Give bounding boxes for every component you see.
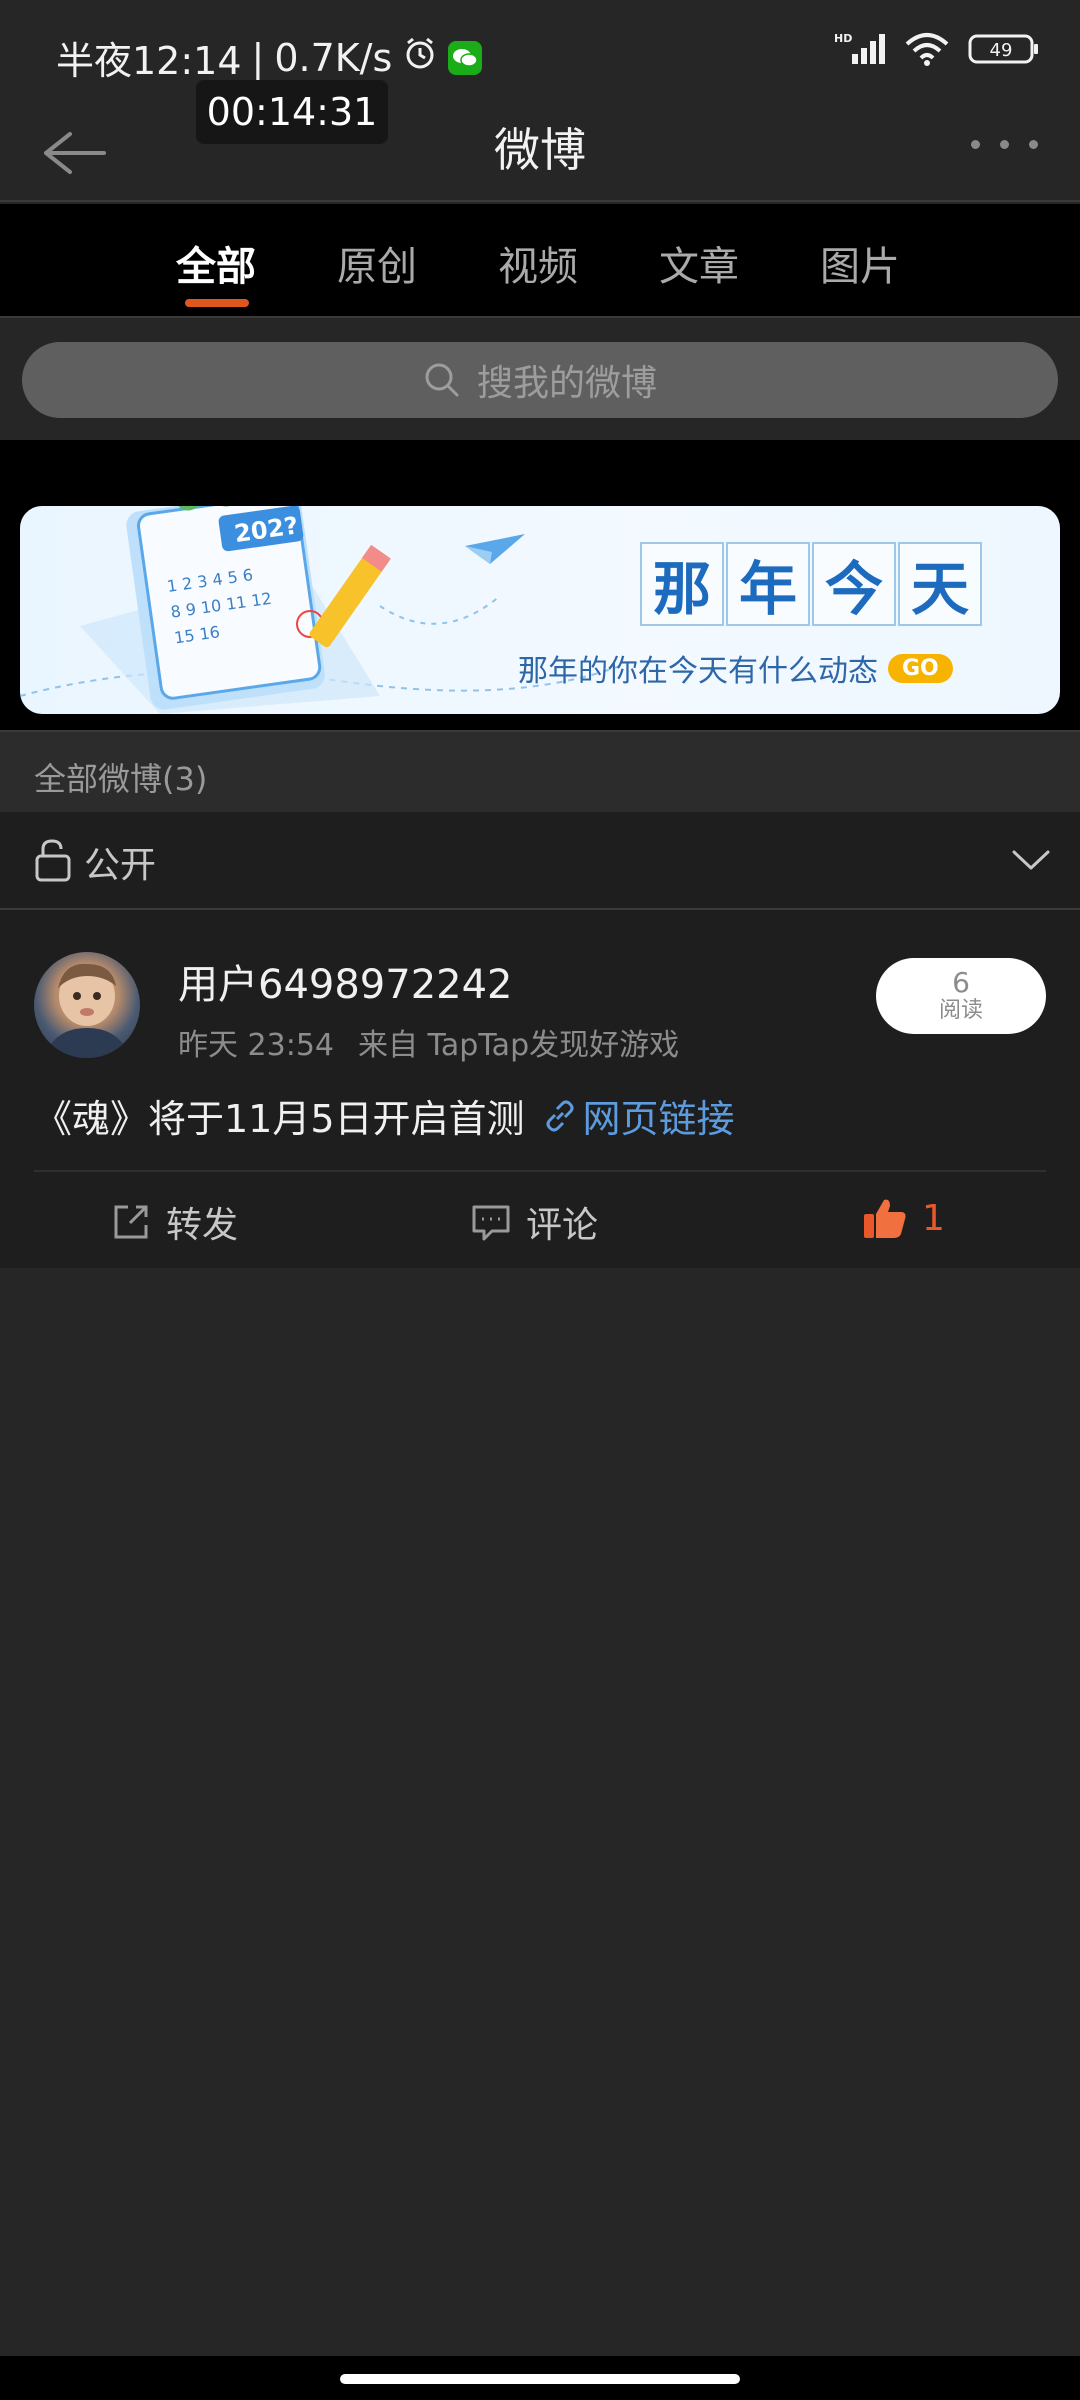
alarm-icon [402,35,438,80]
avatar[interactable] [34,952,140,1058]
chevron-down-icon[interactable] [1010,840,1052,884]
post-source: 来自 TapTap发现好游戏 [358,1028,680,1063]
more-options-button[interactable] [971,140,1038,149]
read-label: 阅读 [938,998,983,1023]
banner-title-char: 那 [640,542,724,626]
unlock-icon [34,838,72,886]
navigation-bar [0,2356,1080,2400]
page-title: 微博 [494,123,586,177]
banner-title-char: 年 [726,542,810,626]
more-dot-icon [1029,140,1038,149]
banner-section: 202? 1 2 3 4 5 6 8 9 10 11 12 15 16 那 年 … [0,440,1080,730]
tab-bar: 全部 原创 视频 文章 图片 [0,204,1080,318]
post-divider [34,1170,1046,1172]
post-content: 《魂》将于11月5日开启首测 网页链接 [34,1088,735,1143]
screen-record-timer[interactable]: 00:14:31 [196,80,388,144]
visibility-label: 公开 [84,845,157,886]
tab-all[interactable]: 全部 [176,234,256,292]
status-bar: 半夜12:14 | 0.7K/s HD 49 [0,0,1080,100]
status-time: 半夜12:14 [56,39,242,83]
post-text: 《魂》将于11月5日开启首测 [34,1097,525,1141]
web-link-label: 网页链接 [582,1097,735,1141]
search-section: 搜我的微博 [0,320,1080,440]
tab-video[interactable]: 视频 [498,234,578,292]
nav-header: 微博 [0,100,1080,202]
post-time: 昨天 23:54 [178,1028,334,1063]
banner-subtitle-row: 那年的你在今天有什么动态 GO [518,646,953,690]
status-left: 半夜12:14 | 0.7K/s [56,30,483,85]
tab-image[interactable]: 图片 [820,234,900,292]
tab-original[interactable]: 原创 [337,234,417,292]
post-username[interactable]: 用户6498972242 [178,952,513,1010]
signal-icon: HD [834,32,886,70]
home-indicator[interactable] [340,2374,740,2384]
visibility-filter[interactable]: 公开 [0,812,1080,910]
banner-title-char: 天 [898,542,982,626]
svg-text:HD: HD [834,32,852,45]
like-button[interactable]: 1 [862,1196,945,1240]
web-link[interactable]: 网页链接 [543,1088,735,1143]
search-icon [425,363,459,397]
section-header: 全部微博(3) [0,730,1080,812]
repost-label: 转发 [166,1205,239,1246]
thumbs-up-icon [864,1199,906,1238]
comment-button[interactable]: 评论 [470,1196,598,1248]
read-count: 6 [952,966,970,999]
repost-icon [114,1205,148,1239]
more-dot-icon [1000,140,1009,149]
search-placeholder: 搜我的微博 [476,363,657,404]
wechat-notification-icon [448,40,483,75]
more-dot-icon [971,140,980,149]
status-separator: | [251,35,265,80]
post-actions: 转发 评论 1 [0,1174,1080,1268]
repost-button[interactable]: 转发 [110,1196,238,1248]
network-speed: 0.7K/s [274,35,393,80]
status-right: HD 49 [834,32,1040,70]
on-this-day-banner[interactable]: 202? 1 2 3 4 5 6 8 9 10 11 12 15 16 那 年 … [20,506,1060,714]
battery-icon: 49 [968,32,1040,70]
post-meta: 昨天 23:54 来自 TapTap发现好游戏 [178,1020,679,1064]
tab-article[interactable]: 文章 [659,234,739,292]
all-posts-count: 全部微博(3) [34,760,208,798]
search-input[interactable]: 搜我的微博 [22,342,1058,418]
link-icon [546,1100,574,1131]
active-tab-indicator [185,299,249,307]
like-count: 1 [922,1197,945,1239]
battery-level: 49 [990,40,1013,61]
banner-title-char: 今 [812,542,896,626]
comment-label: 评论 [526,1205,599,1246]
banner-subtitle: 那年的你在今天有什么动态 [518,654,878,689]
weibo-post[interactable]: 用户6498972242 昨天 23:54 来自 TapTap发现好游戏 6 阅… [0,910,1080,1268]
banner-title: 那 年 今 天 [640,542,984,626]
read-count-badge[interactable]: 6 阅读 [876,958,1046,1034]
comment-icon [472,1205,510,1241]
go-button[interactable]: GO [888,653,953,683]
wifi-icon [904,32,950,70]
